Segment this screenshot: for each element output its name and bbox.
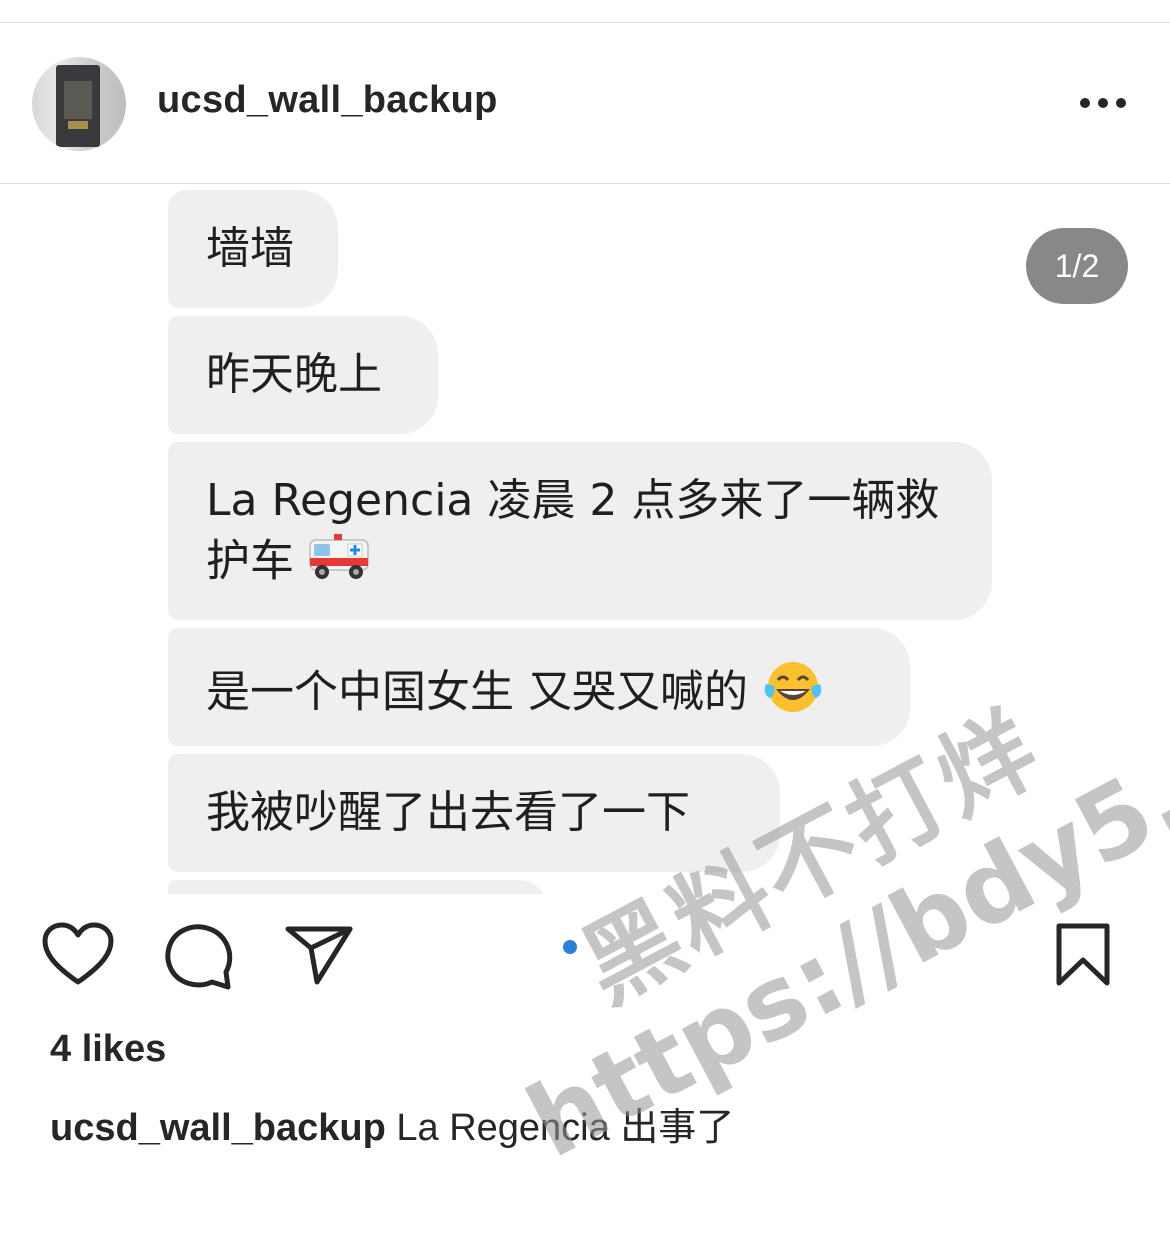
message-bubble: 昨天晚上 xyxy=(168,316,438,434)
message-text-line2: 护车 xyxy=(206,535,294,587)
caption-username[interactable]: ucsd_wall_backup xyxy=(50,1107,386,1149)
message-bubble: 我被吵醒了出去看了一下 xyxy=(168,754,780,872)
message-text: 我被吵醒了出去看了一下 xyxy=(206,787,690,838)
bookmark-icon[interactable] xyxy=(1054,922,1112,988)
avatar-slot xyxy=(68,121,88,129)
caption-text: La Regencia 出事了 xyxy=(396,1107,735,1149)
message-text: 是一个中国女生 又哭又喊的 xyxy=(206,666,748,718)
more-horizontal-icon[interactable] xyxy=(1078,95,1128,111)
likes-count[interactable]: 4 likes xyxy=(50,1028,166,1071)
message-bubble-partial xyxy=(168,880,548,894)
post-image[interactable]: 墙墙 昨天晚上 La Regencia 凌晨 2 点多来了一辆救 护车 是一个中… xyxy=(0,184,1170,894)
message-text: 墙墙 xyxy=(206,223,294,274)
send-icon[interactable] xyxy=(284,924,354,986)
comment-icon[interactable] xyxy=(164,922,234,990)
header-username[interactable]: ucsd_wall_backup xyxy=(157,79,498,122)
caption: ucsd_wall_backup La Regencia 出事了 xyxy=(50,1096,734,1151)
message-bubble: La Regencia 凌晨 2 点多来了一辆救 护车 xyxy=(168,442,992,620)
avatar-screen xyxy=(64,81,92,119)
message-bubble: 墙墙 xyxy=(168,190,338,308)
ambulance-icon xyxy=(308,530,372,597)
message-bubble: 是一个中国女生 又哭又喊的 xyxy=(168,628,910,746)
avatar[interactable] xyxy=(32,57,126,151)
heart-icon[interactable] xyxy=(42,922,114,988)
message-text-line1: La Regencia 凌晨 2 点多来了一辆救 xyxy=(206,475,940,526)
carousel-dot xyxy=(563,940,577,954)
laughing-tears-icon xyxy=(762,658,824,731)
message-text: 昨天晚上 xyxy=(206,349,382,400)
carousel-indicator: 1/2 xyxy=(1026,228,1128,304)
post-header: ucsd_wall_backup xyxy=(0,23,1170,183)
